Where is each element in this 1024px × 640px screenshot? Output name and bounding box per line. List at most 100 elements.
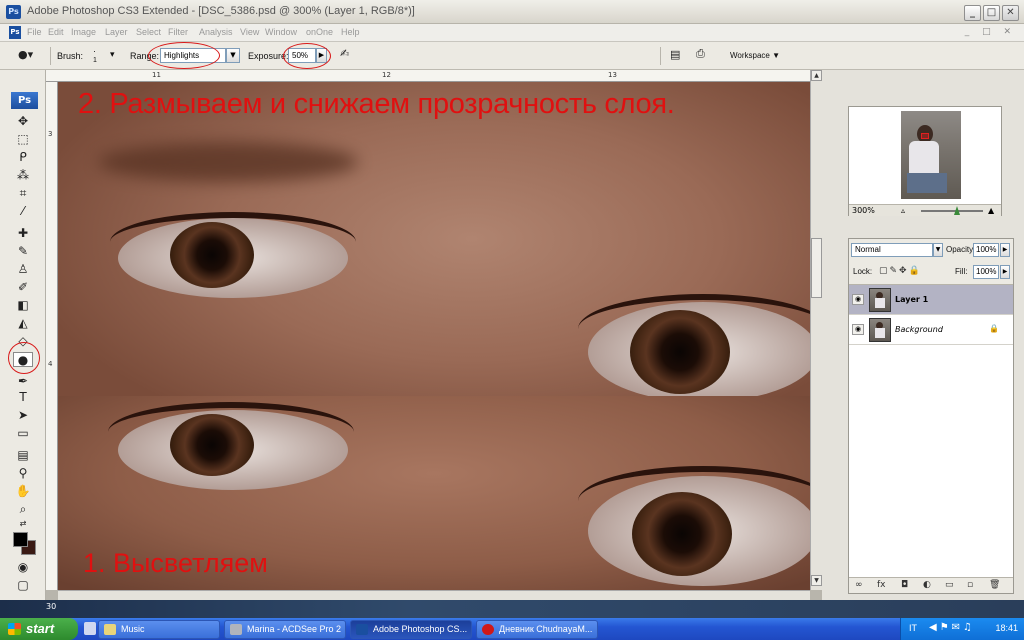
dodge-preset-icon[interactable]: ●▾ [18,48,33,61]
toolbox: Ps ✥ ⬚ ᑭ ⁂ ⌗ ⁄ ✚ ✎ ♙ ✐ ◧ ◭ ◇ ● ✒ T ➤ ▭ ▤… [0,70,46,600]
quick-launch-icon[interactable] [84,622,96,635]
paint-bucket-tool-icon[interactable]: ◭ [13,316,33,331]
maximize-icon: □ [986,7,997,18]
shape-tool-icon[interactable]: ▭ [13,426,33,441]
zoom-in-icon[interactable]: ▲ [988,206,994,215]
marquee-tool-icon[interactable]: ⬚ [13,132,33,147]
type-tool-icon[interactable]: T [13,390,33,405]
layers-panel: Normal ▼ Opacity: 100% ▶ Lock: ▢✎✥🔒 Fill… [848,238,1014,594]
system-tray: IT ◀⚑✉♫ 18:41 [900,618,1024,640]
scroll-down-icon[interactable]: ▼ [811,575,822,586]
opacity-slider-arrow-icon[interactable]: ▶ [1000,243,1010,257]
visibility-eye-icon[interactable]: ◉ [852,324,864,335]
start-button[interactable]: start [0,618,78,640]
blend-mode-arrow-icon[interactable]: ▼ [933,243,943,257]
mask-icon[interactable]: ◘ [901,580,908,590]
horizontal-ruler[interactable]: 11 12 13 [46,70,810,82]
fill-slider-arrow-icon[interactable]: ▶ [1000,265,1010,279]
screen-mode-icon[interactable]: ▢ [13,578,33,593]
menu-onone[interactable]: onOne [306,27,333,37]
workspace-menu[interactable]: Workspace ▼ [730,51,780,60]
tray-icons[interactable]: ◀⚑✉♫ [929,622,975,633]
history-brush-tool-icon[interactable]: ✐ [13,280,33,295]
menu-help[interactable]: Help [341,27,360,37]
maximize-button[interactable]: □ [983,5,1000,21]
pen-tool-icon[interactable]: ✒ [13,374,33,389]
quick-mask-icon[interactable]: ◉ [13,560,33,575]
visibility-eye-icon[interactable]: ◉ [852,294,864,305]
adjustment-icon[interactable]: ◐ [923,580,931,590]
lock-options-icons[interactable]: ▢✎✥🔒 [879,266,922,276]
language-indicator[interactable]: IT [909,623,917,633]
start-label: start [26,621,55,636]
image-canvas[interactable]: 2. Размываем и снижаем прозрачность слоя… [58,82,810,590]
blend-mode-select[interactable]: Normal [851,243,933,257]
minimize-button[interactable]: _ [964,5,981,21]
hand-tool-icon[interactable]: ✋ [13,484,33,499]
foreground-color-swatch[interactable] [13,532,28,547]
healing-brush-tool-icon[interactable]: ✚ [13,226,33,241]
slice-tool-icon[interactable]: ⁄ [13,204,33,219]
navigator-zoom-value[interactable]: 300% [852,206,875,215]
vertical-scrollbar[interactable]: ▲ ▼ [810,70,822,590]
title-bar: Ps Adobe Photoshop CS3 Extended - [DSC_5… [0,0,1024,24]
horizontal-scrollbar[interactable] [58,590,810,600]
close-button[interactable]: ✕ [1002,5,1019,21]
layer-row-background[interactable]: ◉ Background 🔒 [849,315,1013,345]
menu-view[interactable]: View [240,27,259,37]
task-music[interactable]: Music [98,620,220,639]
eraser-tool-icon[interactable]: ◧ [13,298,33,313]
notes-tool-icon[interactable]: ▤ [13,448,33,463]
document-icon[interactable]: Ps [9,26,21,39]
task-acdsee[interactable]: Marina - ACDSee Pro 2 [224,620,346,639]
opacity-field[interactable]: 100% [973,243,999,257]
link-icon[interactable]: ∞ [855,580,863,590]
lasso-tool-icon[interactable]: ᑭ [13,150,33,165]
magic-wand-tool-icon[interactable]: ⁂ [13,168,33,183]
vertical-ruler[interactable]: 3 4 [46,82,58,590]
bridge-icon[interactable]: ⎙ [696,47,705,61]
fill-field[interactable]: 100% [973,265,999,279]
menu-layer[interactable]: Layer [105,27,128,37]
menu-image[interactable]: Image [71,27,96,37]
swap-colors-icon[interactable]: ⇄ [13,516,33,531]
brush-dot[interactable]: · [93,46,96,56]
brush-picker-arrow-icon[interactable]: ▾ [110,49,115,60]
range-dropdown-arrow-icon[interactable]: ▼ [226,48,240,63]
group-icon[interactable]: ▭ [945,580,954,590]
clone-stamp-tool-icon[interactable]: ♙ [13,262,33,277]
photoshop-badge[interactable]: Ps [11,92,38,109]
layer-thumbnail [869,288,891,312]
airbrush-icon[interactable]: ✍ [340,47,349,60]
move-tool-icon[interactable]: ✥ [13,114,33,129]
menu-analysis[interactable]: Analysis [199,27,233,37]
clock[interactable]: 18:41 [995,623,1018,633]
scroll-up-icon[interactable]: ▲ [811,70,822,81]
fx-icon[interactable]: fx [877,580,886,590]
brush-size[interactable]: 1 [93,57,97,64]
zoom-tool-icon[interactable]: ⌕ [13,502,33,517]
eyedropper-tool-icon[interactable]: ⚲ [13,466,33,481]
task-photoshop[interactable]: Adobe Photoshop CS... [350,620,472,639]
menu-file[interactable]: File [27,27,42,37]
palette-well-icon[interactable]: ▤ [670,48,680,61]
zoom-slider-track[interactable] [921,210,983,212]
new-layer-icon[interactable]: ▫ [967,580,973,590]
menu-select[interactable]: Select [136,27,161,37]
layer-row-layer-1[interactable]: ◉ Layer 1 [849,285,1013,315]
trash-icon[interactable]: 🗑 [989,580,1000,590]
navigator-view-box[interactable] [921,133,929,139]
photoshop-app-icon[interactable]: Ps [6,5,21,19]
crop-tool-icon[interactable]: ⌗ [13,186,33,201]
iris [170,222,254,288]
menu-filter[interactable]: Filter [168,27,188,37]
path-selection-tool-icon[interactable]: ➤ [13,408,33,423]
menu-window[interactable]: Window [265,27,297,37]
task-opera-diary[interactable]: Дневник ChudnayaM... [476,620,598,639]
menu-edit[interactable]: Edit [48,27,64,37]
zoom-out-icon[interactable]: ▵ [901,206,905,215]
navigator-thumbnail[interactable] [901,111,961,199]
brush-tool-icon[interactable]: ✎ [13,244,33,259]
document-window-controls[interactable]: _ □ ✕ [965,27,1016,37]
scroll-thumb[interactable] [811,238,822,298]
